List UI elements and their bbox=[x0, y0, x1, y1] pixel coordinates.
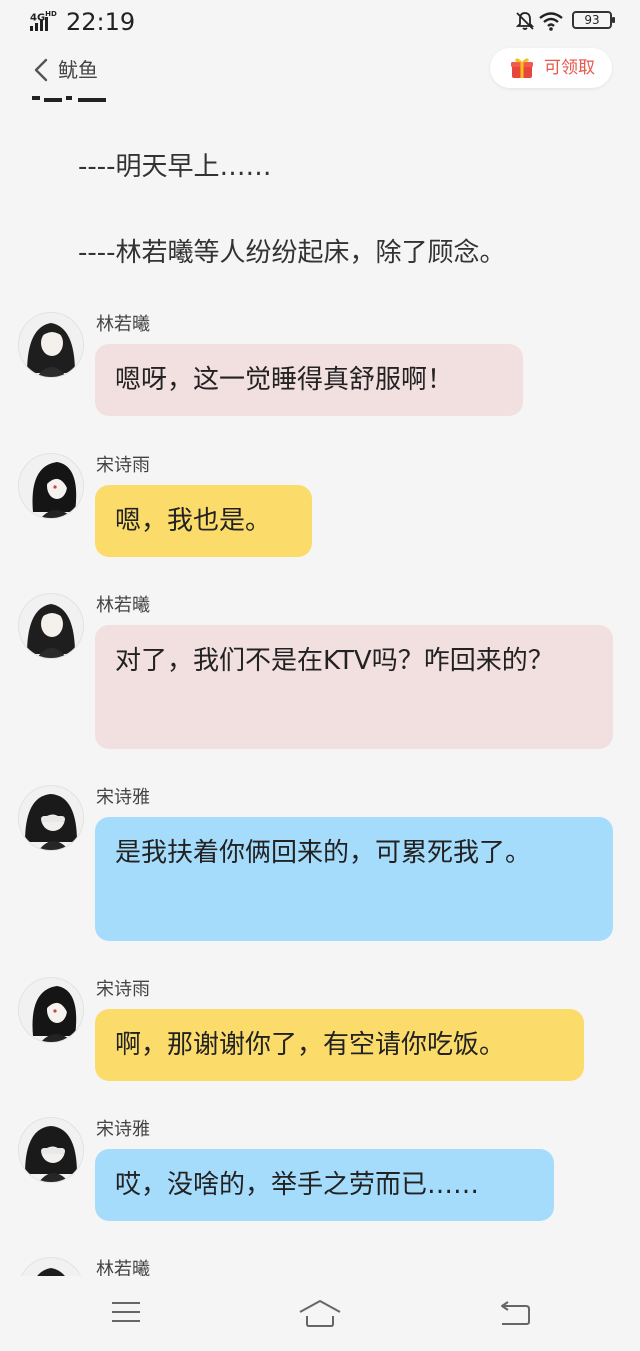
avatar-image bbox=[19, 1118, 83, 1182]
avatar-image bbox=[22, 1258, 80, 1276]
message-bubble: 是我扶着你俩回来的，可累死我了。 bbox=[95, 817, 613, 941]
network-type: 4GHD bbox=[30, 10, 57, 24]
sender-name: 林若曦 bbox=[96, 1259, 150, 1276]
sender-name: 宋诗雨 bbox=[96, 979, 150, 1000]
sender-name: 宋诗雅 bbox=[96, 1119, 150, 1140]
sender-name: 宋诗雅 bbox=[96, 787, 150, 808]
cut-off-heading-fragment bbox=[32, 96, 106, 102]
system-nav-bar bbox=[0, 1276, 640, 1351]
message-bubble: 嗯，我也是。 bbox=[95, 485, 312, 557]
back-icon[interactable] bbox=[498, 1298, 532, 1326]
message-bubble: 对了，我们不是在KTV吗？咋回来的？ bbox=[95, 625, 613, 749]
avatar[interactable] bbox=[18, 1117, 84, 1183]
avatar-image bbox=[19, 978, 83, 1042]
avatar[interactable] bbox=[18, 977, 84, 1043]
avatar[interactable] bbox=[18, 593, 84, 659]
avatar[interactable] bbox=[18, 453, 84, 519]
message-bubble: 嗯呀，这一觉睡得真舒服啊！ bbox=[95, 344, 523, 416]
avatar-image bbox=[19, 786, 83, 850]
avatar[interactable] bbox=[18, 785, 84, 851]
narration-line: ----明天早上…… bbox=[78, 152, 272, 182]
mute-bell-icon bbox=[515, 12, 535, 30]
avatar[interactable] bbox=[18, 312, 84, 378]
signal-icon: 4GHD bbox=[30, 9, 60, 33]
wifi-icon bbox=[539, 12, 563, 31]
home-icon[interactable] bbox=[298, 1298, 342, 1328]
chevron-left-icon[interactable] bbox=[32, 57, 50, 83]
avatar-image bbox=[19, 594, 83, 658]
reward-label: 可领取 bbox=[544, 58, 595, 78]
avatar-image bbox=[19, 454, 83, 518]
avatar-image bbox=[19, 313, 83, 377]
chat-story-content[interactable]: ----明天早上…… ----林若曦等人纷纷起床，除了顾念。 林若曦 嗯呀，这一… bbox=[0, 96, 640, 1276]
nav-bar: 鱿鱼 可领取 bbox=[0, 44, 640, 96]
sender-name: 林若曦 bbox=[96, 314, 150, 335]
reward-button[interactable]: 可领取 bbox=[490, 48, 612, 88]
sender-name: 林若曦 bbox=[96, 595, 150, 616]
sender-name: 宋诗雨 bbox=[96, 455, 150, 476]
menu-icon[interactable] bbox=[110, 1298, 142, 1326]
avatar[interactable] bbox=[18, 1257, 84, 1276]
battery-indicator: 93 bbox=[572, 11, 615, 29]
message-bubble: 啊，那谢谢你了，有空请你吃饭。 bbox=[95, 1009, 584, 1081]
cut-off-heading bbox=[32, 96, 112, 114]
status-time: 22:19 bbox=[66, 8, 136, 36]
message-bubble: 哎，没啥的，举手之劳而已…… bbox=[95, 1149, 554, 1221]
status-bar: 4GHD 22:19 93 bbox=[0, 0, 640, 44]
back-label[interactable]: 鱿鱼 bbox=[58, 57, 98, 83]
narration-line: ----林若曦等人纷纷起床，除了顾念。 bbox=[78, 238, 506, 268]
gift-icon bbox=[511, 58, 533, 78]
